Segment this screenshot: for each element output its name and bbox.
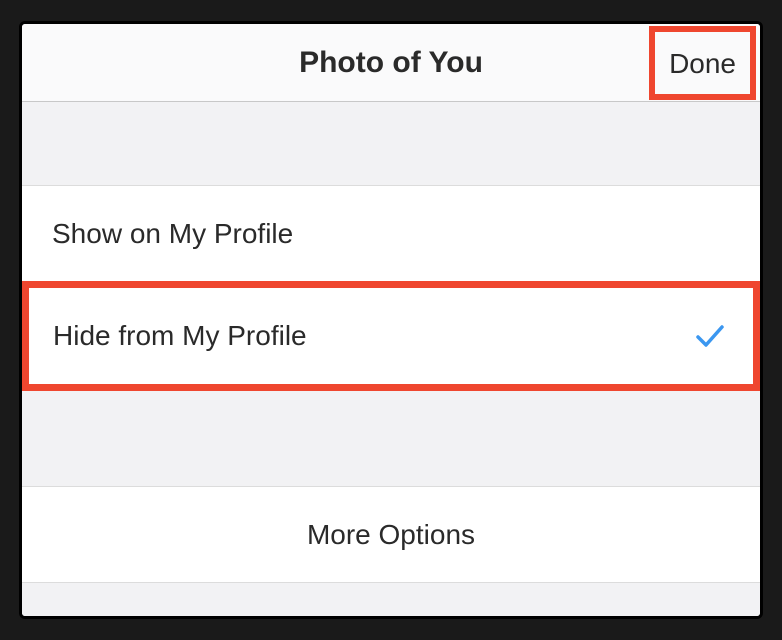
- option-label: Hide from My Profile: [53, 320, 695, 352]
- spacer: [22, 583, 760, 616]
- option-hide-from-profile[interactable]: Hide from My Profile: [22, 281, 760, 391]
- more-options-label: More Options: [307, 519, 475, 551]
- done-button-label: Done: [669, 48, 736, 79]
- option-label: Show on My Profile: [52, 218, 730, 250]
- checkmark-icon: [695, 321, 725, 351]
- spacer: [22, 102, 760, 186]
- option-show-on-profile[interactable]: Show on My Profile: [22, 186, 760, 282]
- more-options-button[interactable]: More Options: [22, 487, 760, 583]
- spacer: [22, 391, 760, 487]
- sheet-header: Photo of You Done: [22, 24, 760, 102]
- sheet-title: Photo of You: [299, 46, 483, 80]
- done-button[interactable]: Done: [649, 26, 756, 100]
- photo-of-you-sheet: Photo of You Done Show on My Profile Hid…: [19, 21, 763, 619]
